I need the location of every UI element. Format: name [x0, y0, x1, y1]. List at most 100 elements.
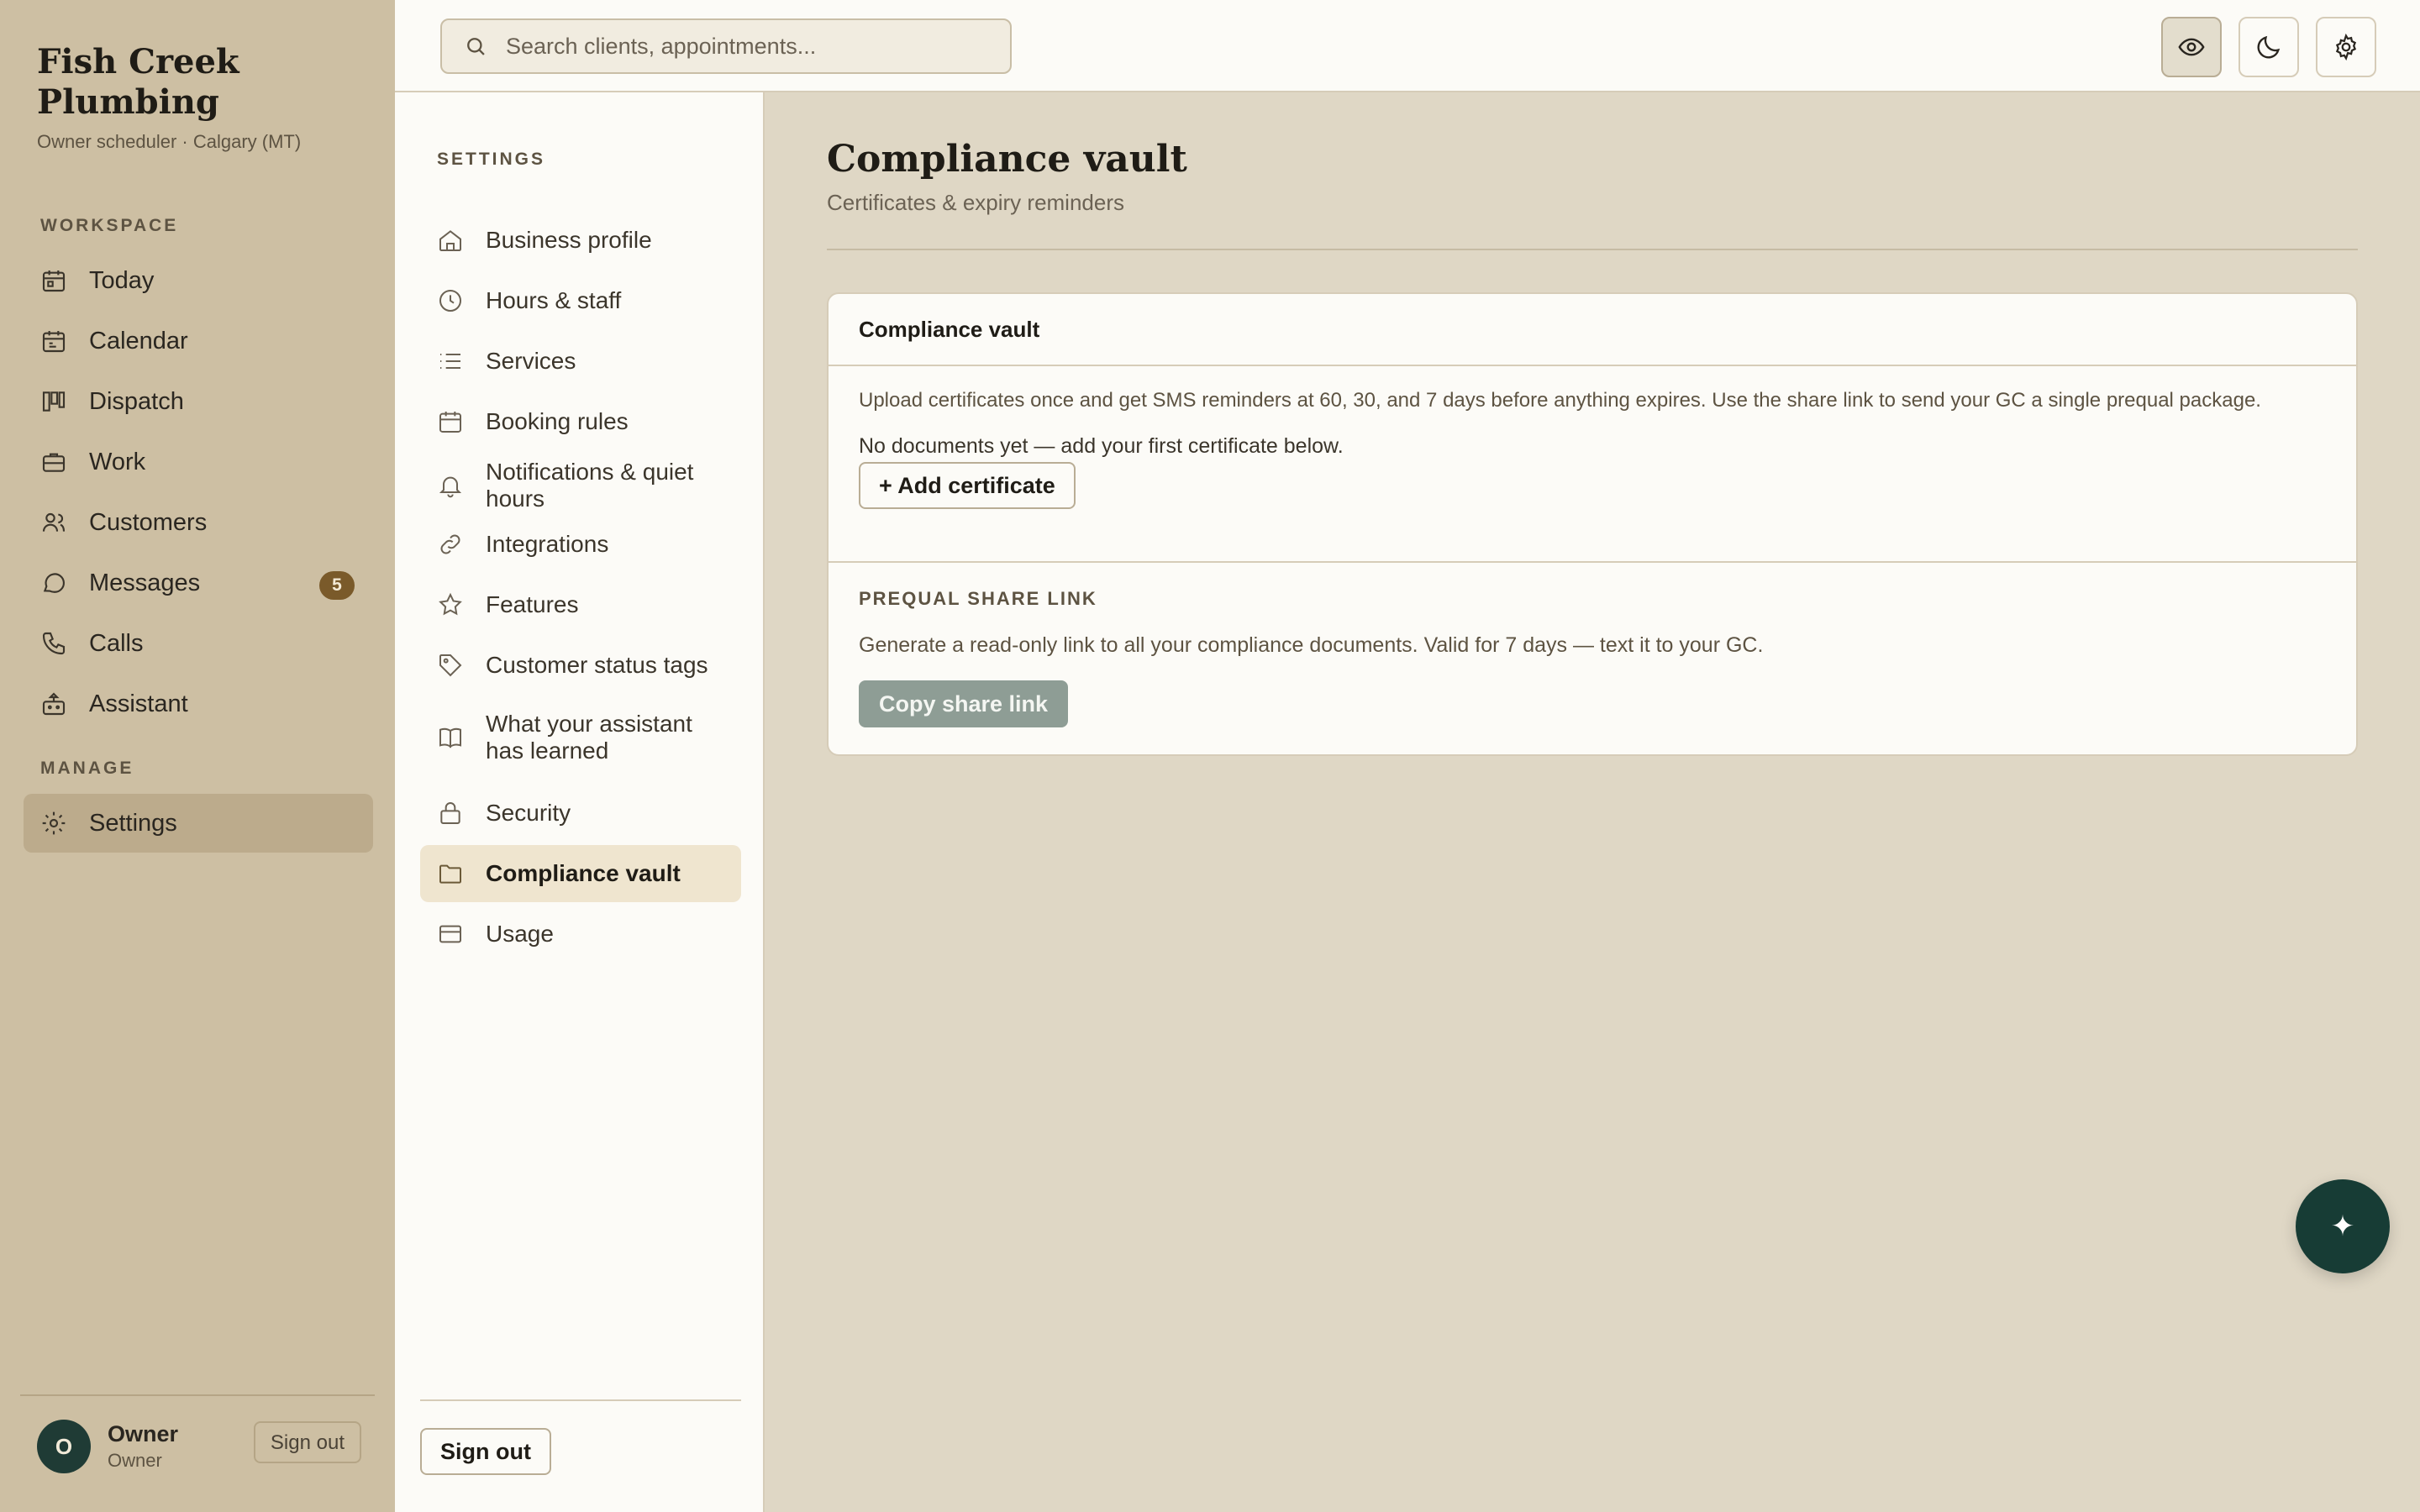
settings-item-integrations[interactable]: Integrations: [420, 516, 741, 573]
sidebar: Fish Creek Plumbing Owner scheduler · Ca…: [0, 0, 395, 1512]
prequal-share-link-description: Generate a read-only link to all your co…: [859, 633, 1764, 657]
sidebar-item-dispatch[interactable]: Dispatch: [24, 372, 373, 431]
user-name: Owner: [108, 1421, 179, 1446]
link-icon: [440, 534, 460, 554]
settings-nav-divider: [420, 1399, 741, 1401]
sidebar-item-label: Calls: [89, 629, 144, 657]
user-role: Owner: [108, 1450, 162, 1471]
settings-button[interactable]: [2316, 17, 2376, 77]
gear-icon: [42, 811, 66, 835]
add-certificate-button[interactable]: + Add certificate: [859, 462, 1076, 509]
sidebar-item-label: Dispatch: [89, 387, 184, 415]
sidebar-item-label: Assistant: [89, 690, 188, 717]
sidebar-item-calls[interactable]: Calls: [24, 614, 373, 673]
business-name: Fish Creek Plumbing: [37, 42, 239, 122]
sidebar-footer: O Owner Owner Sign out: [20, 1394, 375, 1512]
workspace-label: WORKSPACE: [40, 216, 179, 235]
preview-toggle-button[interactable]: [2161, 17, 2222, 77]
settings-item-label: Services: [486, 348, 576, 374]
chat-icon: [43, 573, 65, 593]
business-subtitle: Owner scheduler · Calgary (MT): [37, 131, 302, 152]
settings-item-compliance-vault[interactable]: Compliance vault: [420, 845, 741, 902]
settings-item-label: Business profile: [486, 227, 652, 253]
sidebar-item-messages[interactable]: Messages 5: [24, 554, 373, 612]
settings-item-assistant-learned[interactable]: What your assistant has learned: [420, 697, 741, 778]
settings-item-label: Customer status tags: [486, 652, 708, 678]
tag-icon: [439, 654, 462, 677]
settings-item-notifications[interactable]: Notifications & quiet hours: [420, 445, 741, 526]
sign-out-button[interactable]: Sign out: [420, 1428, 551, 1475]
sidebar-item-calendar[interactable]: Calendar: [24, 312, 373, 370]
folder-icon: [439, 864, 461, 884]
search-icon: [467, 38, 485, 55]
bot-icon: [42, 692, 66, 716]
main-content: Compliance vault Certificates & expiry r…: [765, 92, 2420, 1512]
settings-nav-label: SETTINGS: [437, 150, 546, 169]
prequal-share-link-label: PREQUAL SHARE LINK: [859, 588, 1097, 609]
sidebar-item-label: Customers: [89, 508, 208, 536]
settings-item-label: Integrations: [486, 531, 609, 557]
search-input[interactable]: [504, 32, 978, 60]
sparkle-icon: ✦: [2330, 1210, 2355, 1242]
settings-item-usage[interactable]: Usage: [420, 906, 741, 963]
home-icon: [439, 230, 461, 251]
settings-item-label: Security: [486, 800, 571, 826]
eye-icon: [2178, 38, 2205, 56]
card-intro-text: Upload certificates once and get SMS rem…: [859, 389, 2261, 412]
settings-item-customer-status-tags[interactable]: Customer status tags: [420, 637, 741, 694]
compliance-vault-card: Compliance vault Upload certificates onc…: [827, 292, 2358, 756]
page-title: Compliance vault: [827, 138, 1187, 181]
lock-icon: [440, 802, 460, 824]
sidebar-item-customers[interactable]: Customers: [24, 493, 373, 552]
list-icon: [440, 354, 460, 369]
settings-item-label: Notifications & quiet hours: [486, 459, 694, 512]
settings-item-label: Features: [486, 591, 579, 617]
settings-item-services[interactable]: Services: [420, 333, 741, 390]
sidebar-item-label: Settings: [89, 809, 177, 837]
briefcase-icon: [42, 453, 66, 472]
card-body: Upload certificates once and get SMS rem…: [859, 386, 2321, 509]
calendar-icon: [42, 331, 66, 353]
settings-item-business-profile[interactable]: Business profile: [420, 212, 741, 269]
top-bar: [395, 0, 2420, 92]
settings-item-label: Booking rules: [486, 408, 629, 434]
empty-state-text: No documents yet — add your first certif…: [859, 434, 1344, 458]
settings-item-label: What your assistant has learned: [486, 711, 692, 764]
bell-icon: [439, 476, 462, 498]
settings-item-hours-staff[interactable]: Hours & staff: [420, 272, 741, 329]
sidebar-item-work[interactable]: Work: [24, 433, 373, 491]
calendar-icon: [439, 412, 461, 433]
sidebar-item-assistant[interactable]: Assistant: [24, 675, 373, 733]
kanban-icon: [42, 391, 66, 412]
settings-item-security[interactable]: Security: [420, 785, 741, 842]
assistant-fab-button[interactable]: ✦: [2296, 1179, 2390, 1273]
dark-mode-button[interactable]: [2238, 17, 2299, 77]
moon-icon: [2257, 35, 2281, 59]
book-icon: [439, 727, 461, 748]
title-divider: [827, 249, 2358, 250]
settings-item-features[interactable]: Features: [420, 576, 741, 633]
search-box[interactable]: [440, 18, 1012, 74]
calendar-day-icon: [42, 270, 66, 292]
sidebar-item-today[interactable]: Today: [24, 251, 373, 310]
gear-icon: [2335, 33, 2357, 61]
sidebar-item-settings[interactable]: Settings: [24, 794, 373, 853]
settings-item-label: Compliance vault: [486, 860, 681, 886]
page-subtitle: Certificates & expiry reminders: [827, 190, 1124, 215]
star-icon: [439, 592, 462, 616]
users-icon: [42, 512, 66, 532]
settings-item-label: Usage: [486, 921, 554, 947]
settings-item-booking-rules[interactable]: Booking rules: [420, 393, 741, 450]
sidebar-item-label: Calendar: [89, 327, 188, 354]
sidebar-item-label: Work: [89, 448, 146, 475]
manage-label: MANAGE: [40, 759, 134, 778]
avatar: O: [37, 1420, 91, 1473]
brand: Fish Creek Plumbing Owner scheduler · Ca…: [37, 42, 373, 153]
copy-share-link-button[interactable]: Copy share link: [859, 680, 1069, 727]
clock-icon: [439, 290, 461, 312]
sidebar-sign-out-button[interactable]: Sign out: [253, 1421, 361, 1463]
settings-item-label: Hours & staff: [486, 287, 622, 313]
sidebar-item-label: Messages: [89, 569, 201, 596]
card-divider: [829, 561, 2356, 563]
settings-nav: SETTINGS Business profile Hours & staff …: [395, 92, 765, 1512]
